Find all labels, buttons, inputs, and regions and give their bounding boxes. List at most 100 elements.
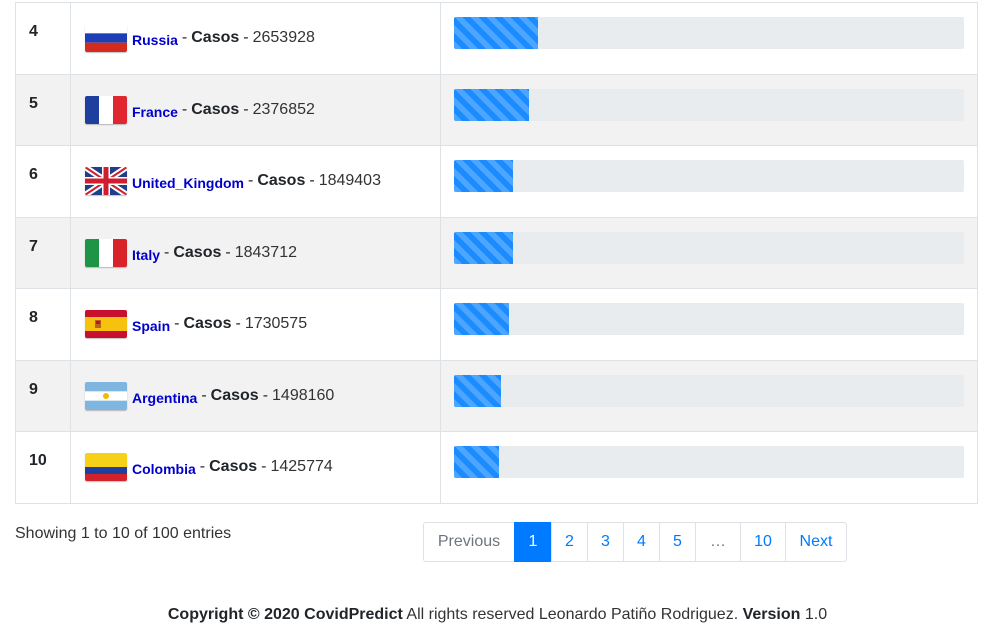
rank-cell: 6 — [15, 145, 71, 218]
progress-bar — [454, 446, 500, 478]
separator: - — [201, 386, 207, 404]
pagination-page-3[interactable]: 3 — [587, 522, 624, 562]
rank-cell: 7 — [15, 216, 71, 289]
footer-rights: All rights reserved Leonardo Patiño Rodr… — [406, 606, 739, 623]
casos-label: Casos — [191, 29, 240, 46]
country-cell: Argentina - Casos -1498160 — [70, 359, 441, 432]
rank-number: 10 — [29, 452, 47, 469]
progress-cell — [440, 145, 978, 218]
progress-track — [454, 446, 964, 478]
separator: - — [181, 100, 188, 118]
pagination-page-5[interactable]: 5 — [659, 522, 696, 562]
separator: - — [174, 315, 180, 332]
spain-flag-icon — [85, 310, 127, 338]
separator: - — [235, 315, 241, 332]
footer-copyright: Copyright © 2020 CovidPredict — [167, 606, 403, 623]
table-row: 6 United_Kingdom - Casos -1849403 — [15, 145, 978, 218]
separator: - — [164, 243, 170, 261]
pagination: Previous 1 2 3 4 5 … 10 Next — [423, 522, 847, 562]
separator: - — [262, 386, 269, 404]
separator: - — [309, 172, 315, 189]
ranking-table: 4 Russia - Casos -2653928 5 France - Casos -23768… — [15, 2, 978, 504]
pagination-next[interactable]: Next — [785, 522, 847, 562]
country-cell: Russia - Casos -2653928 — [70, 2, 441, 75]
progress-bar — [454, 303, 510, 335]
rank-number: 4 — [29, 23, 38, 40]
table-row: 9 Argentina - Casos -1498160 — [15, 359, 978, 432]
footer-version-label: Version — [742, 606, 801, 623]
separator: - — [199, 458, 206, 475]
table-row: 4 Russia - Casos -2653928 — [15, 2, 978, 75]
country-link[interactable]: Argentina — [132, 390, 197, 406]
rank-cell: 10 — [15, 431, 71, 504]
progress-bar — [454, 88, 530, 121]
table-row: 10 Colombia - Casos -1425774 — [15, 431, 978, 504]
france-flag-icon — [85, 95, 127, 124]
footer-version: 1.0 — [804, 606, 828, 623]
footer: Copyright © 2020 CovidPredict All rights… — [0, 606, 995, 624]
table-row: 5 France - Casos -2376852 — [15, 73, 978, 146]
casos-label: Casos — [191, 100, 240, 118]
progress-track — [454, 231, 964, 264]
rank-cell: 8 — [15, 288, 71, 361]
cases-value: 1849403 — [318, 172, 381, 189]
country-link[interactable]: Russia — [132, 32, 178, 48]
progress-cell — [440, 431, 978, 504]
country-link[interactable]: United_Kingdom — [132, 175, 244, 191]
pagination-page-2[interactable]: 2 — [551, 522, 588, 562]
country-cell: Colombia - Casos -1425774 — [70, 431, 441, 504]
rank-number: 8 — [29, 309, 38, 326]
united-kingdom-flag-icon — [85, 167, 127, 195]
pagination-page-4[interactable]: 4 — [623, 522, 660, 562]
country-link[interactable]: Colombia — [132, 461, 196, 477]
progress-cell — [440, 359, 978, 432]
pagination-previous[interactable]: Previous — [423, 522, 515, 562]
rank-number: 5 — [29, 94, 38, 112]
pagination-page-10[interactable]: 10 — [740, 522, 786, 562]
italy-flag-icon — [85, 238, 127, 267]
casos-label: Casos — [173, 243, 222, 261]
country-link[interactable]: Spain — [132, 318, 170, 334]
colombia-flag-icon — [85, 453, 127, 481]
pagination-ellipsis: … — [695, 522, 741, 562]
pagination-page-1[interactable]: 1 — [514, 522, 552, 562]
separator: - — [181, 29, 188, 46]
casos-label: Casos — [210, 386, 259, 404]
country-cell: United_Kingdom - Casos -1849403 — [70, 145, 441, 218]
country-cell: Spain - Casos -1730575 — [70, 288, 441, 361]
cases-value: 1730575 — [244, 315, 308, 332]
table-row: 8 Spain - Casos -1730575 — [15, 288, 978, 361]
country-link[interactable]: Italy — [132, 247, 160, 263]
separator: - — [225, 243, 231, 261]
progress-cell — [440, 73, 978, 146]
progress-bar — [454, 374, 502, 407]
progress-bar — [454, 160, 513, 192]
progress-track — [454, 88, 964, 121]
country-cell: France - Casos -2376852 — [70, 73, 441, 146]
argentina-flag-icon — [85, 381, 127, 410]
progress-bar — [454, 231, 513, 264]
progress-track — [454, 160, 964, 192]
table-info: Showing 1 to 10 of 100 entries — [15, 525, 232, 542]
casos-label: Casos — [209, 458, 258, 475]
casos-label: Casos — [183, 315, 232, 332]
cases-value: 1498160 — [272, 386, 335, 404]
rank-cell: 5 — [15, 73, 71, 146]
progress-track — [454, 17, 964, 49]
russia-flag-icon — [85, 24, 127, 52]
progress-track — [454, 303, 964, 335]
casos-label: Casos — [257, 172, 306, 189]
progress-bar — [454, 17, 539, 49]
separator: - — [243, 29, 249, 46]
progress-cell — [440, 2, 978, 75]
country-link[interactable]: France — [132, 104, 178, 120]
rank-number: 7 — [29, 237, 38, 255]
progress-cell — [440, 288, 978, 361]
progress-cell — [440, 216, 978, 289]
separator: - — [243, 100, 249, 118]
cases-value: 2376852 — [252, 100, 315, 118]
table-row: 7 Italy - Casos -1843712 — [15, 216, 978, 289]
progress-track — [454, 374, 964, 407]
rank-cell: 9 — [15, 359, 71, 432]
cases-value: 1425774 — [270, 458, 333, 475]
